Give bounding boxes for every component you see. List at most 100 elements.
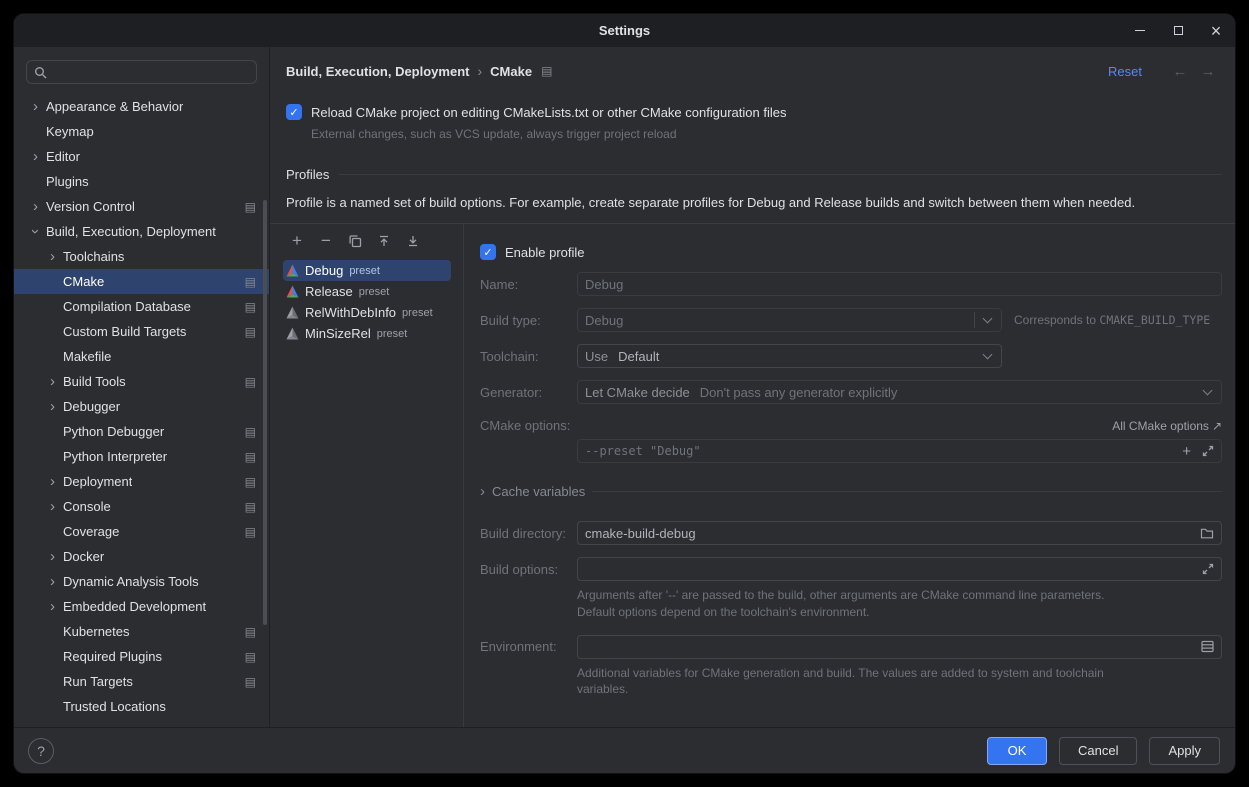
- chevron-right-icon[interactable]: ›: [27, 148, 44, 165]
- sidebar-item-plugins[interactable]: Plugins: [14, 169, 269, 194]
- sidebar-item-cmake[interactable]: CMake▤: [14, 269, 269, 294]
- expand-editor-icon[interactable]: [1202, 445, 1214, 457]
- build-type-select[interactable]: Debug: [577, 308, 1002, 332]
- sidebar-item-keymap[interactable]: Keymap: [14, 119, 269, 144]
- sidebar-item-label: Appearance & Behavior: [46, 99, 183, 114]
- toolchain-prefix: Use: [585, 349, 608, 364]
- add-option-icon[interactable]: +: [1182, 444, 1191, 459]
- profile-item-minsizerel[interactable]: MinSizeRelpreset: [283, 323, 451, 344]
- sidebar-item-deployment[interactable]: ›Deployment▤: [14, 469, 269, 494]
- help-button[interactable]: ?: [28, 738, 54, 764]
- forward-icon[interactable]: →: [1194, 63, 1222, 80]
- profile-preset-tag: preset: [349, 265, 380, 277]
- sidebar-item-trusted-locations[interactable]: Trusted Locations: [14, 694, 269, 719]
- move-up-button[interactable]: [376, 233, 392, 249]
- sidebar-item-label: Run Targets: [63, 674, 133, 689]
- enable-profile-checkbox[interactable]: ✓ Enable profile: [480, 244, 1222, 260]
- sidebar-item-coverage[interactable]: Coverage▤: [14, 519, 269, 544]
- cmake-options-label: CMake options:: [480, 418, 577, 433]
- build-type-hint-text: Corresponds to: [1014, 313, 1096, 327]
- settings-search-box[interactable]: [26, 60, 257, 84]
- search-input[interactable]: [53, 65, 249, 80]
- all-cmake-options-link[interactable]: All CMake options ↗: [1112, 419, 1222, 433]
- reset-link[interactable]: Reset: [1108, 64, 1142, 79]
- sidebar-item-label: Embedded Development: [63, 599, 206, 614]
- checkbox-checked-icon[interactable]: ✓: [480, 244, 496, 260]
- profile-item-release[interactable]: Releasepreset: [283, 281, 451, 302]
- sidebar-item-version-control[interactable]: ›Version Control▤: [14, 194, 269, 219]
- chevron-right-icon[interactable]: ›: [44, 598, 61, 615]
- cmake-profile-icon: [286, 327, 299, 340]
- titlebar[interactable]: Settings ×: [14, 14, 1235, 47]
- cache-variables-section[interactable]: › Cache variables: [480, 483, 1222, 500]
- chevron-right-icon[interactable]: ›: [44, 248, 61, 265]
- breadcrumb-item-cmake[interactable]: CMake: [490, 64, 532, 79]
- browse-folder-icon[interactable]: [1200, 527, 1214, 540]
- environment-variables-icon[interactable]: [1201, 640, 1214, 653]
- back-icon[interactable]: ←: [1166, 63, 1194, 80]
- chevron-down-icon: [1203, 386, 1213, 396]
- chevron-right-icon[interactable]: ›: [44, 398, 61, 415]
- chevron-right-icon[interactable]: ›: [480, 483, 485, 500]
- build-directory-input[interactable]: cmake-build-debug: [577, 521, 1222, 545]
- sidebar-item-python-debugger[interactable]: Python Debugger▤: [14, 419, 269, 444]
- generator-select[interactable]: Let CMake decide Don't pass any generato…: [577, 380, 1222, 404]
- sidebar-item-run-targets[interactable]: Run Targets▤: [14, 669, 269, 694]
- chevron-right-icon[interactable]: ›: [44, 573, 61, 590]
- name-value: Debug: [585, 277, 623, 292]
- chevron-right-icon[interactable]: ›: [44, 473, 61, 490]
- sidebar-item-build-execution-deployment[interactable]: ›Build, Execution, Deployment: [14, 219, 269, 244]
- window-controls: ×: [1121, 14, 1235, 47]
- breadcrumb-item-build-execution-deployment[interactable]: Build, Execution, Deployment: [286, 64, 469, 79]
- sidebar-item-label: Dynamic Analysis Tools: [63, 574, 199, 589]
- ok-button[interactable]: OK: [987, 737, 1047, 765]
- remove-profile-button[interactable]: −: [318, 233, 334, 249]
- chevron-right-icon[interactable]: ›: [44, 373, 61, 390]
- toolchain-select[interactable]: Use Default: [577, 344, 1002, 368]
- sidebar-item-appearance-behavior[interactable]: ›Appearance & Behavior: [14, 94, 269, 119]
- reload-cmake-checkbox[interactable]: ✓ Reload CMake project on editing CMakeL…: [286, 104, 1222, 120]
- profile-item-relwithdebinfo[interactable]: RelWithDebInfopreset: [283, 302, 451, 323]
- name-input[interactable]: Debug: [577, 272, 1222, 296]
- checkbox-checked-icon[interactable]: ✓: [286, 104, 302, 120]
- sidebar-item-embedded-development[interactable]: ›Embedded Development: [14, 594, 269, 619]
- environment-input[interactable]: [577, 635, 1222, 659]
- close-icon: ×: [1211, 22, 1222, 40]
- apply-button[interactable]: Apply: [1149, 737, 1220, 765]
- generator-note: Don't pass any generator explicitly: [700, 385, 898, 400]
- sidebar-item-toolchains[interactable]: ›Toolchains: [14, 244, 269, 269]
- cancel-button[interactable]: Cancel: [1059, 737, 1137, 765]
- search-icon: [34, 66, 47, 79]
- sidebar-item-editor[interactable]: ›Editor: [14, 144, 269, 169]
- chevron-right-icon[interactable]: ›: [27, 98, 44, 115]
- sidebar-item-kubernetes[interactable]: Kubernetes▤: [14, 619, 269, 644]
- move-down-button[interactable]: [405, 233, 421, 249]
- build-options-input[interactable]: [577, 557, 1222, 581]
- expand-editor-icon[interactable]: [1202, 563, 1214, 575]
- sidebar-item-console[interactable]: ›Console▤: [14, 494, 269, 519]
- copy-profile-button[interactable]: [347, 233, 363, 249]
- add-profile-button[interactable]: +: [289, 233, 305, 249]
- close-button[interactable]: ×: [1197, 14, 1235, 47]
- sidebar-item-compilation-database[interactable]: Compilation Database▤: [14, 294, 269, 319]
- chevron-right-icon[interactable]: ›: [44, 548, 61, 565]
- cmake-options-input[interactable]: --preset "Debug" +: [577, 439, 1222, 463]
- sidebar-item-debugger[interactable]: ›Debugger: [14, 394, 269, 419]
- sidebar-item-build-tools[interactable]: ›Build Tools▤: [14, 369, 269, 394]
- sidebar-item-custom-build-targets[interactable]: Custom Build Targets▤: [14, 319, 269, 344]
- sidebar-item-python-interpreter[interactable]: Python Interpreter▤: [14, 444, 269, 469]
- sidebar-item-required-plugins[interactable]: Required Plugins▤: [14, 644, 269, 669]
- sidebar-item-makefile[interactable]: Makefile: [14, 344, 269, 369]
- chevron-right-icon[interactable]: ›: [44, 498, 61, 515]
- sidebar-item-dynamic-analysis-tools[interactable]: ›Dynamic Analysis Tools: [14, 569, 269, 594]
- minimize-button[interactable]: [1121, 14, 1159, 47]
- sidebar-item-docker[interactable]: ›Docker: [14, 544, 269, 569]
- profile-item-debug[interactable]: Debugpreset: [283, 260, 451, 281]
- chevron-right-icon[interactable]: ›: [27, 198, 44, 215]
- chevron-down-icon[interactable]: ›: [27, 223, 44, 240]
- project-settings-icon: ▤: [245, 375, 256, 389]
- sidebar-item-label: Editor: [46, 149, 80, 164]
- sidebar-scrollbar[interactable]: [263, 200, 267, 625]
- section-divider: [339, 174, 1222, 175]
- maximize-button[interactable]: [1159, 14, 1197, 47]
